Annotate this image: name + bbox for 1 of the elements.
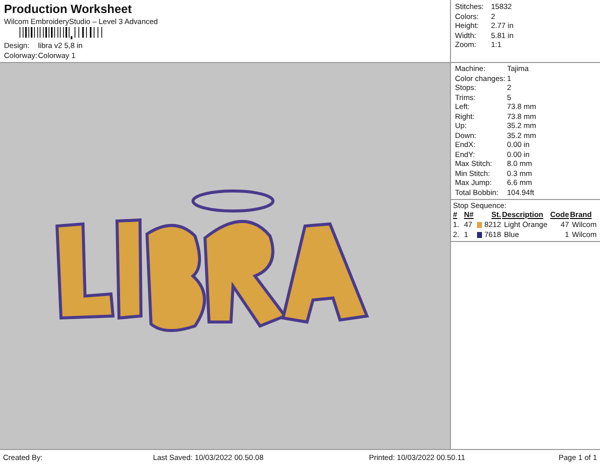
- worksheet-title: Production Worksheet: [4, 2, 133, 16]
